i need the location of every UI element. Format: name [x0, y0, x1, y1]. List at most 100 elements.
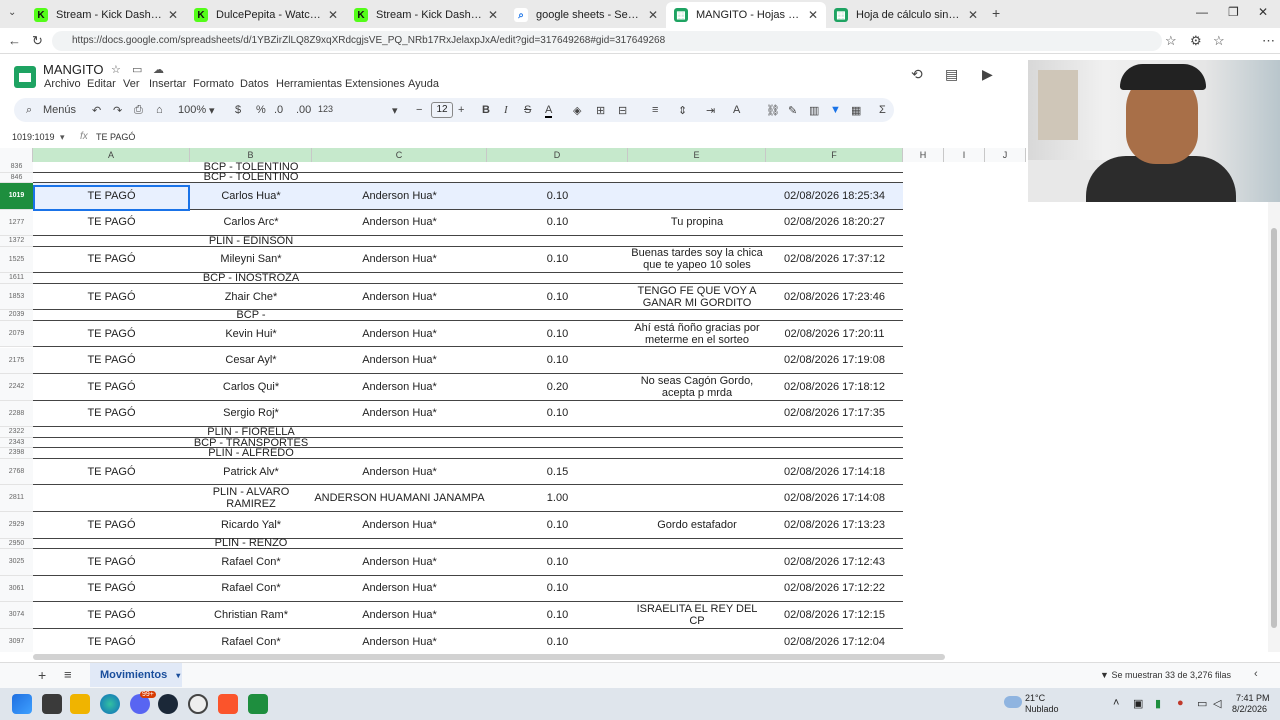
cell-a[interactable]: TE PAGÓ: [33, 629, 190, 652]
row-header[interactable]: 2811: [0, 485, 33, 512]
cell-f[interactable]: 02/08/2026 17:12:22: [766, 576, 903, 602]
row-header[interactable]: 3061: [0, 575, 33, 603]
zoom-chevron-down-icon[interactable]: ▾: [209, 104, 215, 117]
cell-a[interactable]: TE PAGÓ: [33, 284, 190, 310]
cell-e[interactable]: No seas Cagón Gordo, acepta p mrda: [628, 374, 766, 400]
cell-c[interactable]: ANDERSON HUAMANI JANAMPA: [312, 485, 487, 511]
windows-start-icon[interactable]: [12, 694, 32, 714]
cell-a[interactable]: TE PAGÓ: [33, 247, 190, 273]
tray-chevron-up-icon[interactable]: ˄: [1113, 697, 1119, 709]
paint-format-icon[interactable]: ⌂: [156, 104, 163, 116]
menu-extensiones[interactable]: Extensiones: [345, 78, 405, 90]
print-icon[interactable]: ⎙: [134, 104, 143, 117]
cell-b[interactable]: Sergio Roj*: [190, 401, 312, 427]
row-header[interactable]: 2929: [0, 512, 33, 539]
row-header[interactable]: 1611: [0, 273, 33, 284]
row-header[interactable]: 1372: [0, 236, 33, 247]
row-header[interactable]: 2039: [0, 310, 33, 321]
browser-tab-untitled-sheet[interactable]: ▦ Hoja de cálculo sin título - Hojas c ✕: [826, 2, 986, 28]
merge-cells-icon[interactable]: ⊟: [618, 104, 627, 117]
weather-temp[interactable]: 21°C: [1025, 693, 1045, 703]
cell-b[interactable]: BCP - INOSTROZA: [190, 273, 312, 283]
cell-a[interactable]: TE PAGÓ: [33, 549, 190, 575]
cell-e[interactable]: Tu propina: [628, 210, 766, 236]
close-tab-icon[interactable]: ✕: [968, 8, 978, 22]
menu-ver[interactable]: Ver: [123, 78, 140, 90]
cell-a[interactable]: TE PAGÓ: [33, 210, 190, 236]
undo-icon[interactable]: ↶: [92, 104, 101, 117]
cell-c[interactable]: Anderson Hua*: [312, 210, 487, 236]
more-menu-icon[interactable]: ⋯: [1262, 33, 1275, 49]
weather-desc[interactable]: Nublado: [1025, 704, 1059, 714]
menu-herramientas[interactable]: Herramientas: [276, 78, 342, 90]
cell-b[interactable]: Rafael Con*: [190, 549, 312, 575]
cell-a[interactable]: TE PAGÓ: [33, 459, 190, 485]
cell-d[interactable]: 1.00: [487, 485, 628, 511]
redo-icon[interactable]: ↷: [113, 104, 122, 117]
cell-e[interactable]: [628, 576, 766, 602]
cell-b[interactable]: PLIN - RENZO: [190, 538, 312, 548]
tray-app-green-icon[interactable]: ▮: [1155, 697, 1161, 710]
borders-icon[interactable]: ⊞: [596, 104, 605, 117]
close-tab-icon[interactable]: ✕: [328, 8, 338, 22]
cell-b[interactable]: PLIN - ALVARO RAMIREZ: [190, 485, 312, 511]
clock-date[interactable]: 8/2/2026: [1232, 704, 1267, 714]
menu-datos[interactable]: Datos: [240, 78, 269, 90]
number-format[interactable]: 123: [318, 104, 333, 114]
cell-b[interactable]: Christian Ram*: [190, 602, 312, 628]
increase-font-size-icon[interactable]: +: [458, 104, 464, 116]
cell-c[interactable]: Anderson Hua*: [312, 247, 487, 273]
cell-b[interactable]: Zhair Che*: [190, 284, 312, 310]
sheet-tab-chevron-down-icon[interactable]: ▾: [176, 671, 180, 680]
favorites-icon[interactable]: ☆: [1213, 33, 1225, 49]
cell-e[interactable]: [628, 629, 766, 652]
cell-c[interactable]: Anderson Hua*: [312, 576, 487, 602]
cell-c[interactable]: Anderson Hua*: [312, 629, 487, 652]
row-header[interactable]: 2768: [0, 458, 33, 486]
column-header-h[interactable]: H: [903, 148, 944, 162]
zoom-select[interactable]: 100%: [178, 104, 206, 116]
cell-d[interactable]: 0.10: [487, 629, 628, 652]
cell-c[interactable]: Anderson Hua*: [312, 549, 487, 575]
column-header-c[interactable]: C: [312, 148, 487, 162]
cell-f[interactable]: 02/08/2026 17:23:46: [766, 284, 903, 310]
currency-format[interactable]: $: [235, 104, 241, 116]
close-window-icon[interactable]: ✕: [1258, 5, 1268, 19]
cell-d[interactable]: 0.15: [487, 459, 628, 485]
row-header[interactable]: 2398: [0, 448, 33, 459]
all-sheets-icon[interactable]: ≡: [64, 667, 72, 682]
strikethrough-icon[interactable]: S: [524, 104, 531, 116]
filter-icon[interactable]: ▼: [830, 104, 841, 116]
history-icon[interactable]: ⟲: [911, 66, 923, 83]
cell-e[interactable]: TENGO FE QUE VOY A GANAR MI GORDITO: [628, 284, 766, 310]
decrease-font-size-icon[interactable]: −: [416, 104, 422, 116]
text-color-icon[interactable]: A: [545, 104, 553, 118]
close-tab-icon[interactable]: ✕: [808, 8, 818, 22]
cell-e[interactable]: Ahí está ñoño gracias por meterme en el …: [628, 321, 766, 347]
row-header[interactable]: 2950: [0, 538, 33, 550]
browser-tab-kick-clips[interactable]: K DulcePepita - Watch clips on Kick ✕: [186, 2, 346, 28]
column-header-i[interactable]: I: [944, 148, 985, 162]
cell-a[interactable]: [33, 485, 190, 511]
cell-e[interactable]: [628, 401, 766, 427]
cell-f[interactable]: 02/08/2026 18:25:34: [766, 183, 903, 209]
italic-icon[interactable]: I: [504, 104, 508, 116]
cell-c[interactable]: Anderson Hua*: [312, 183, 487, 209]
cell-d[interactable]: 0.10: [487, 210, 628, 236]
file-explorer-icon[interactable]: [70, 694, 90, 714]
cell-b[interactable]: Rafael Con*: [190, 629, 312, 652]
cell-d[interactable]: 0.10: [487, 576, 628, 602]
menu-formato[interactable]: Formato: [193, 78, 234, 90]
cell-b[interactable]: Patrick Alv*: [190, 459, 312, 485]
cell-e[interactable]: [628, 348, 766, 374]
search-menus-icon[interactable]: ⌕: [26, 104, 32, 117]
cell-b[interactable]: BCP - TOLENTINO: [190, 162, 312, 172]
font-chevron-down-icon[interactable]: ▾: [392, 104, 398, 117]
extensions-icon[interactable]: ⚙: [1190, 33, 1202, 49]
column-header-b[interactable]: B: [190, 148, 312, 162]
row-header[interactable]: 3025: [0, 549, 33, 576]
cell-e[interactable]: Buenas tardes soy la chica que te yapeo …: [628, 247, 766, 273]
cell-e[interactable]: [628, 485, 766, 511]
row-header[interactable]: 2079: [0, 320, 33, 348]
fill-color-icon[interactable]: ◈: [573, 104, 581, 117]
